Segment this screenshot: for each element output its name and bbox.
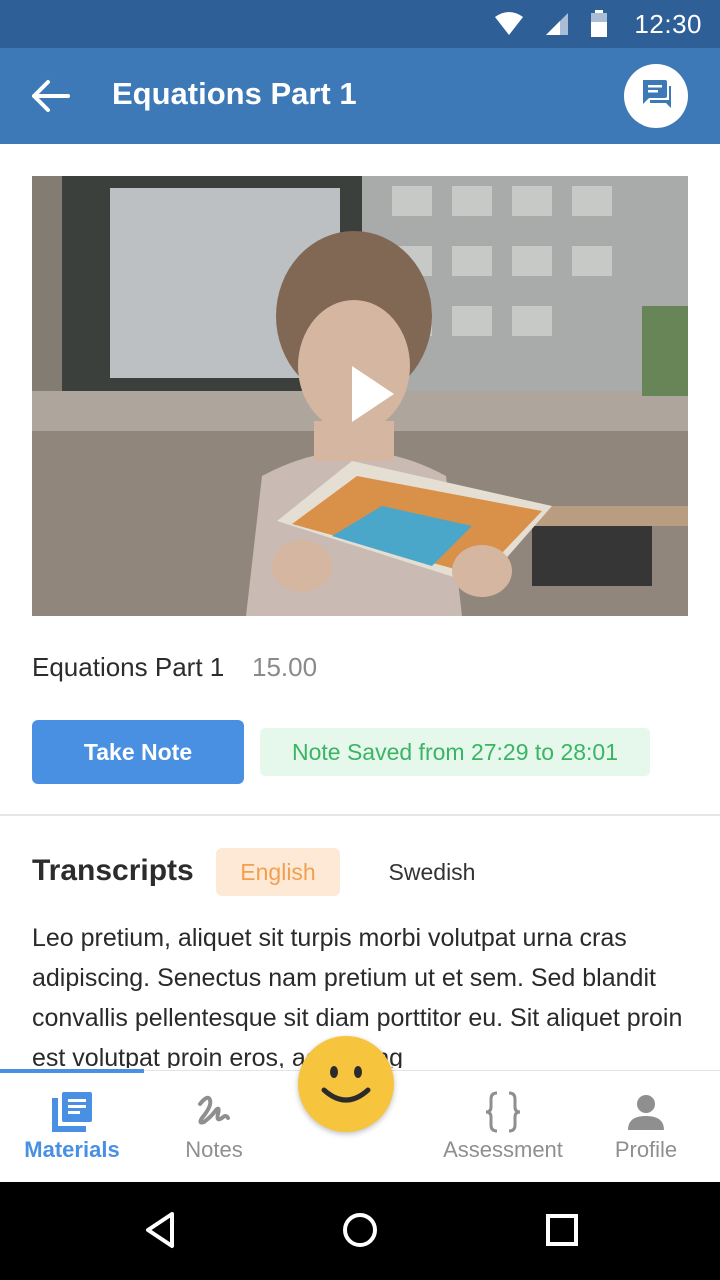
language-tab-swedish[interactable]: Swedish [372,848,492,896]
play-button[interactable] [350,364,396,424]
wifi-icon [494,11,524,42]
person-icon [626,1089,666,1135]
materials-icon [50,1089,94,1135]
language-tab-english[interactable]: English [216,848,340,896]
take-note-button[interactable]: Take Note [32,720,244,784]
nav-label-assessment: Assessment [443,1137,563,1162]
nav-label-notes: Notes [185,1137,243,1162]
system-back-button[interactable] [136,1208,184,1256]
nav-item-profile[interactable]: Profile [574,1071,718,1183]
nav-label-materials: Materials [24,1137,120,1162]
section-divider [0,814,720,816]
system-nav-bar [0,1182,720,1280]
home-circle-icon [340,1210,380,1255]
arrow-left-icon [30,80,74,120]
nav-item-assessment[interactable]: Assessment [430,1071,576,1183]
status-icons [494,10,608,43]
signal-icon [544,11,570,42]
system-home-button[interactable] [336,1208,384,1256]
nav-item-materials[interactable]: Materials [0,1071,144,1183]
nav-label-profile: Profile [614,1137,678,1162]
lesson-title: Equations Part 1 [32,652,225,682]
battery-icon [590,10,608,43]
nav-item-notes[interactable]: Notes [142,1071,286,1183]
app-bar: Equations Part 1 [0,48,720,144]
lesson-duration: 15.00 [252,652,318,682]
chat-icon [639,78,673,115]
notes-icon [194,1089,234,1135]
page-title: Equations Part 1 [112,76,357,111]
transcripts-heading: Transcripts [32,854,194,887]
recents-square-icon [544,1212,580,1253]
mood-button[interactable] [298,1036,394,1132]
status-bar: 12:30 [0,0,720,48]
video-player[interactable] [32,176,688,616]
system-recents-button[interactable] [538,1208,586,1256]
smiley-icon [298,1034,394,1135]
play-icon [350,364,396,424]
back-button[interactable] [30,76,74,116]
note-saved-badge: Note Saved from 27:29 to 28:01 [260,728,650,776]
back-triangle-icon [142,1210,178,1255]
braces-icon [483,1089,523,1135]
status-time: 12:30 [634,9,702,39]
chat-button[interactable] [624,64,688,128]
